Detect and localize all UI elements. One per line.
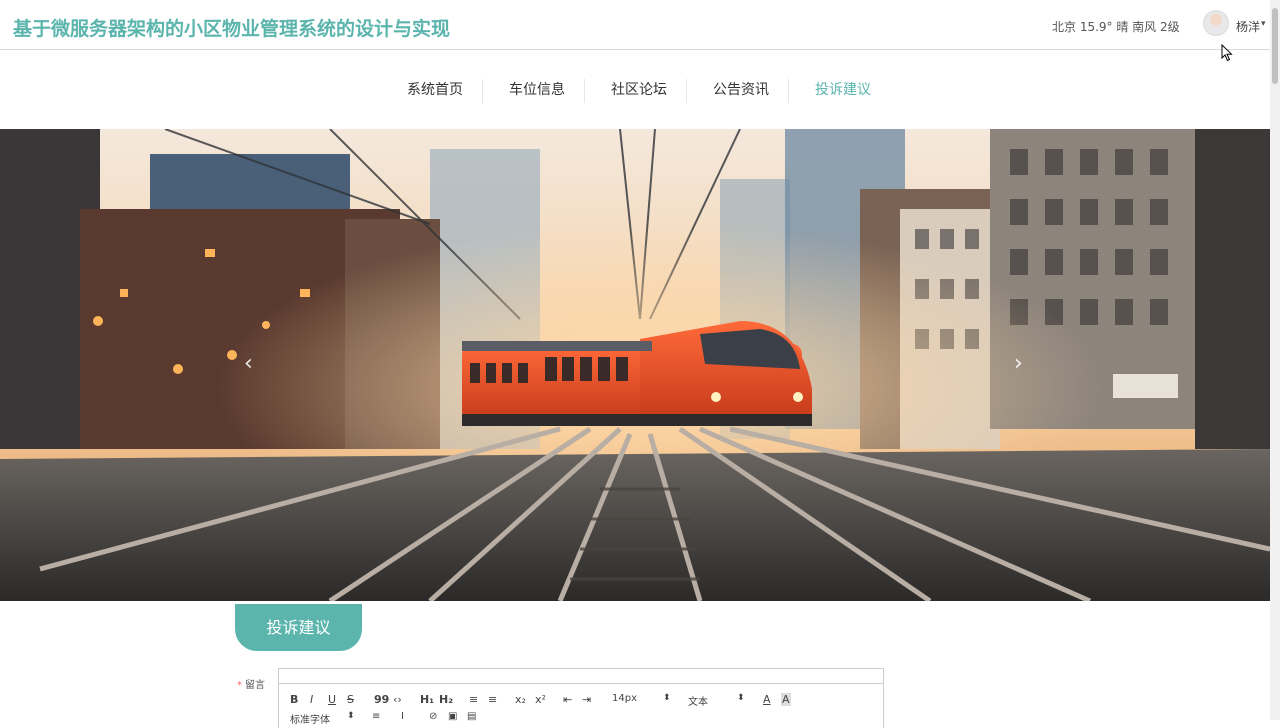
bullet-list-icon[interactable]: ≡ (488, 693, 497, 706)
text-type-caret-icon[interactable]: ⬍ (737, 693, 745, 703)
nav-divider (482, 79, 483, 103)
font-size-select[interactable]: 14px (612, 693, 637, 704)
subscript-button[interactable]: x₂ (515, 693, 526, 706)
h2-button[interactable]: H₂ (439, 693, 453, 706)
chevron-down-icon[interactable]: ▾ (1261, 19, 1266, 29)
background-color-icon[interactable]: A (781, 693, 791, 706)
nav-item-parking[interactable]: 车位信息 (509, 79, 565, 99)
superscript-button[interactable]: x² (535, 693, 546, 706)
align-icon[interactable]: ≡ (372, 711, 380, 722)
video-icon[interactable]: ▤ (467, 711, 476, 722)
ordered-list-icon[interactable]: ≡ (469, 693, 478, 706)
chevron-left-icon[interactable]: ‹ (244, 351, 253, 376)
message-field-label: * 留言 (237, 676, 265, 691)
scrollbar[interactable] (1270, 0, 1280, 720)
banner-carousel[interactable]: ‹ › (0, 129, 1270, 601)
italic-button[interactable]: I (310, 693, 313, 706)
font-size-caret-icon[interactable]: ⬍ (663, 693, 671, 703)
outdent-icon[interactable]: ⇤ (563, 693, 572, 706)
link-icon[interactable]: ⊘ (429, 711, 437, 722)
editor-top-strip (279, 669, 883, 684)
nav-divider (686, 79, 687, 103)
banner-image (0, 129, 1270, 601)
nav-item-home[interactable]: 系统首页 (407, 79, 463, 99)
required-mark: * (237, 680, 242, 691)
nav-divider (788, 79, 789, 103)
username[interactable]: 杨洋 (1236, 18, 1260, 35)
rich-text-editor[interactable]: B I U S 99 ‹› H₁ H₂ ≡ ≡ x₂ x² ⇤ ⇥ 14px ⬍… (278, 668, 884, 728)
bold-button[interactable]: B (290, 693, 298, 706)
clear-format-icon[interactable]: Ⅰ (401, 711, 404, 722)
font-family-select[interactable]: 标准字体 (290, 711, 330, 726)
font-color-icon[interactable]: A (763, 693, 771, 706)
nav-divider (584, 79, 585, 103)
quote-button[interactable]: 99 (374, 693, 389, 706)
top-bar: 基于微服务器架构的小区物业管理系统的设计与实现 北京 15.9° 晴 南风 2级… (0, 0, 1270, 50)
nav-item-announcements[interactable]: 公告资讯 (713, 79, 769, 99)
strike-button[interactable]: S (347, 693, 354, 706)
message-label: 留言 (245, 680, 265, 691)
avatar[interactable] (1203, 10, 1229, 36)
image-icon[interactable]: ▣ (448, 711, 457, 722)
weather-info: 北京 15.9° 晴 南风 2级 (1052, 20, 1180, 34)
h1-button[interactable]: H₁ (420, 693, 434, 706)
main-nav: 系统首页 车位信息 社区论坛 公告资讯 投诉建议 (0, 51, 1270, 129)
underline-button[interactable]: U (328, 693, 336, 706)
nav-item-forum[interactable]: 社区论坛 (611, 79, 667, 99)
nav-item-complaints[interactable]: 投诉建议 (815, 79, 871, 99)
indent-icon[interactable]: ⇥ (582, 693, 591, 706)
site-title: 基于微服务器架构的小区物业管理系统的设计与实现 (13, 18, 451, 40)
scrollbar-thumb[interactable] (1272, 8, 1278, 84)
section-title-tab: 投诉建议 (235, 604, 362, 651)
text-type-select[interactable]: 文本 (688, 693, 708, 708)
code-button[interactable]: ‹› (393, 693, 402, 706)
chevron-right-icon[interactable]: › (1014, 351, 1023, 376)
